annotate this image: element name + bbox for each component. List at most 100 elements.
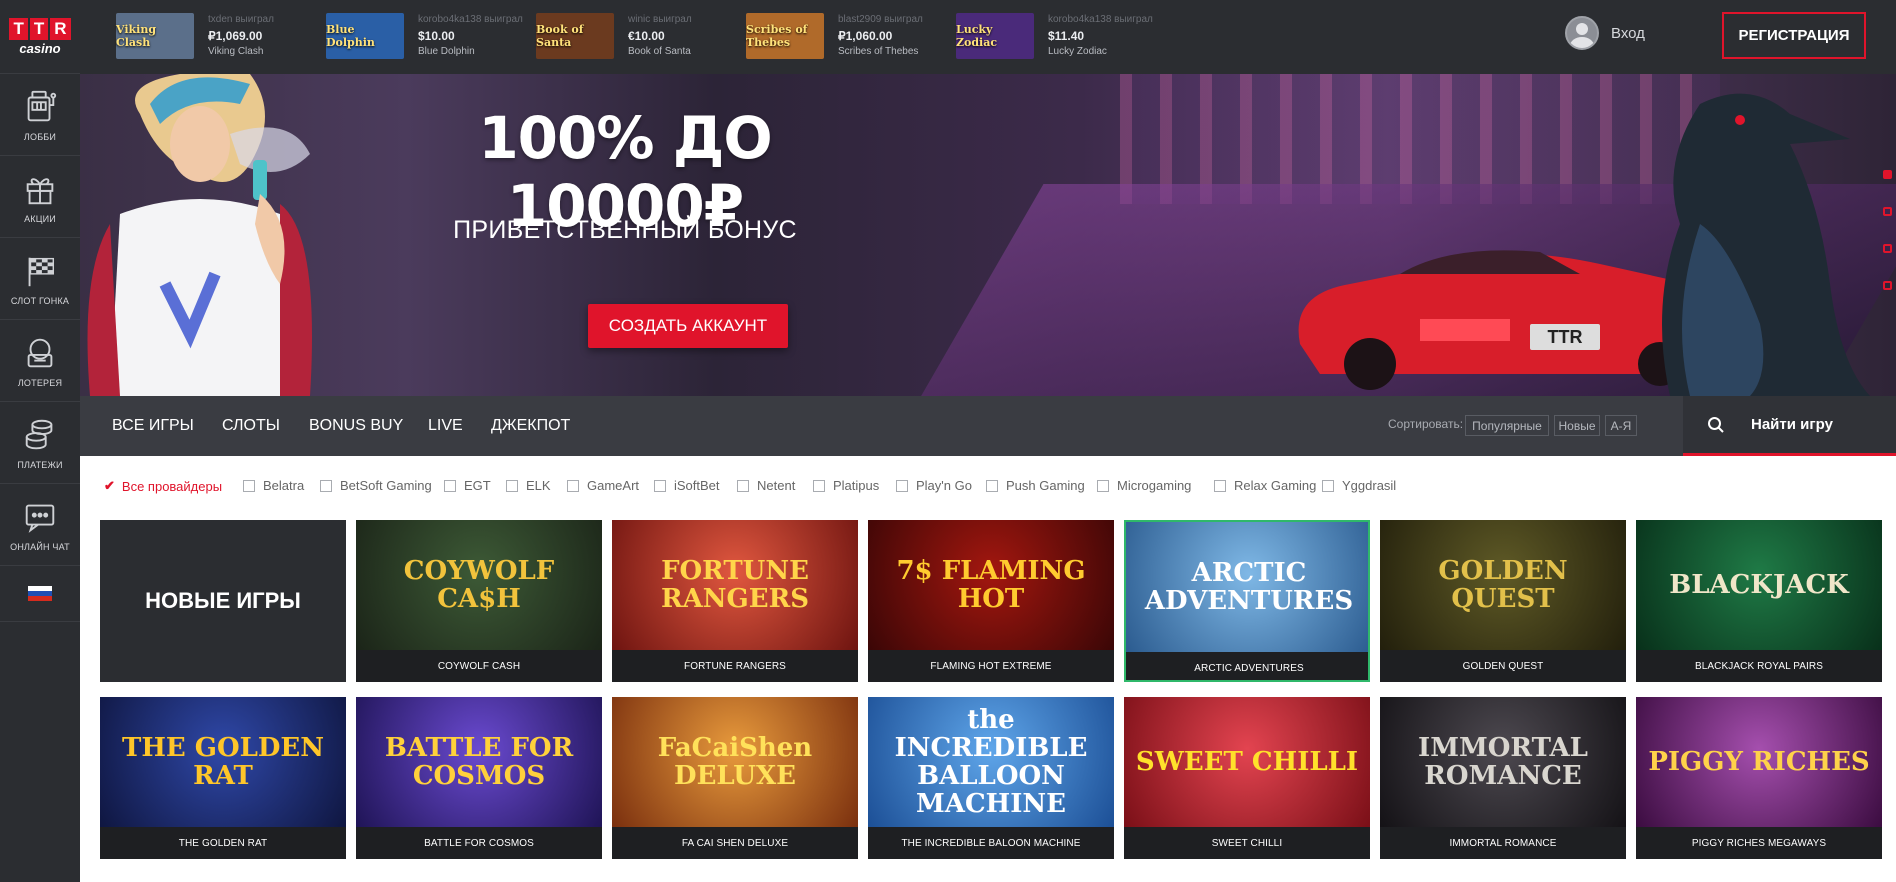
winner-user: winic выиграл: [628, 14, 692, 25]
win-game: Scribes of Thebes: [838, 46, 919, 57]
checkbox[interactable]: [1214, 479, 1226, 492]
provider-label: EGT: [464, 478, 491, 493]
checkbox[interactable]: [506, 479, 518, 492]
provider-relax-gaming[interactable]: Relax Gaming: [1214, 478, 1316, 493]
sidebar-item-payments[interactable]: ПЛАТЕЖИ: [0, 402, 80, 484]
new-games-tile[interactable]: НОВЫЕ ИГРЫ: [100, 520, 346, 682]
tab-jackpot[interactable]: ДЖЕКПОТ: [491, 396, 570, 456]
checkbox[interactable]: [654, 479, 666, 492]
checkbox[interactable]: [737, 479, 749, 492]
provider-push-gaming[interactable]: Push Gaming: [986, 478, 1085, 493]
game-title: COYWOLF CASH: [356, 650, 602, 682]
game-thumbnail: Scribes of Thebes: [746, 13, 824, 59]
game-card[interactable]: SWEET CHILLI SWEET CHILLI: [1124, 697, 1370, 859]
checkbox[interactable]: [1097, 479, 1109, 492]
game-card[interactable]: BATTLE FOR COSMOS BATTLE FOR COSMOS: [356, 697, 602, 859]
game-title: FLAMING HOT EXTREME: [868, 650, 1114, 682]
game-card[interactable]: FORTUNE RANGERS FORTUNE RANGERS: [612, 520, 858, 682]
provider-yggdrasil[interactable]: Yggdrasil: [1322, 478, 1396, 493]
game-thumbnail: Book of Santa: [536, 13, 614, 59]
sidebar-item-promotions[interactable]: АКЦИИ: [0, 156, 80, 238]
provider-netent[interactable]: Netent: [737, 478, 795, 493]
provider-all[interactable]: ✔ Все провайдеры: [104, 478, 222, 494]
game-art: SWEET CHILLI: [1124, 697, 1370, 827]
winner-user: blast2909 выиграл: [838, 14, 923, 25]
checkbox[interactable]: [567, 479, 579, 492]
sort-new-button[interactable]: Новые: [1554, 415, 1600, 436]
game-title: FA CAI SHEN DELUXE: [612, 827, 858, 859]
recent-win[interactable]: Book of Santa winic выиграл €10.00 Book of…: [536, 12, 692, 60]
game-thumbnail: Viking Clash: [116, 13, 194, 59]
checkbox[interactable]: [243, 479, 255, 492]
win-amount: ₽1,069.00: [208, 29, 263, 43]
sidebar-item-label: ОНЛАЙН ЧАТ: [10, 541, 70, 552]
checkbox[interactable]: [444, 479, 456, 492]
tab-all-games[interactable]: ВСЕ ИГРЫ: [112, 396, 194, 456]
provider-platipus[interactable]: Platipus: [813, 478, 879, 493]
banner-dot[interactable]: [1883, 281, 1892, 290]
game-card[interactable]: 7$ FLAMING HOT FLAMING HOT EXTREME: [868, 520, 1114, 682]
tab-slots[interactable]: СЛОТЫ: [222, 396, 280, 456]
login-button[interactable]: Вход: [1565, 16, 1645, 50]
game-art: BATTLE FOR COSMOS: [356, 697, 602, 827]
win-amount: ₽1,060.00: [838, 29, 893, 43]
register-button[interactable]: РЕГИСТРАЦИЯ: [1722, 12, 1866, 59]
checkmark-icon: ✔: [104, 478, 115, 493]
create-account-button[interactable]: СОЗДАТЬ АККАУНТ: [588, 304, 788, 348]
banner-dot[interactable]: [1883, 170, 1892, 179]
lottery-icon: [27, 338, 53, 367]
provider-microgaming[interactable]: Microgaming: [1097, 478, 1191, 493]
provider-label: Yggdrasil: [1342, 478, 1397, 493]
game-card[interactable]: PIGGY RICHES PIGGY RICHES MEGAWAYS: [1636, 697, 1882, 859]
game-card[interactable]: THE GOLDEN RAT THE GOLDEN RAT: [100, 697, 346, 859]
provider-isoftbet[interactable]: iSoftBet: [654, 478, 720, 493]
sidebar-item-lottery[interactable]: ЛОТЕРЕЯ: [0, 320, 80, 402]
game-card[interactable]: GOLDEN QUEST GOLDEN QUEST: [1380, 520, 1626, 682]
checkbox[interactable]: [813, 479, 825, 492]
provider-label: Relax Gaming: [1234, 478, 1317, 493]
provider-label: ELK: [526, 478, 551, 493]
provider-betsoft[interactable]: BetSoft Gaming: [320, 478, 432, 493]
sidebar-item-label: ЛОТЕРЕЯ: [17, 377, 63, 388]
game-card[interactable]: COYWOLF CA$H COYWOLF CASH: [356, 520, 602, 682]
recent-win[interactable]: Scribes of Thebes blast2909 выиграл ₽1,06…: [746, 12, 923, 60]
recent-win[interactable]: Blue Dolphin korobo4ka138 выиграл $10.00 B…: [326, 12, 523, 60]
language-selector[interactable]: [0, 566, 80, 622]
game-card[interactable]: ARCTIC ADVENTURES ARCTIC ADVENTURES: [1124, 520, 1370, 682]
provider-elk[interactable]: ELK: [506, 478, 551, 493]
banner-girl-illustration: [87, 74, 312, 396]
provider-playngo[interactable]: Play'n Go: [896, 478, 972, 493]
game-title: BLACKJACK ROYAL PAIRS: [1636, 650, 1882, 682]
chat-icon: [25, 504, 55, 533]
recent-win[interactable]: Lucky Zodiac korobo4ka138 выиграл $11.40 L…: [956, 12, 1153, 60]
game-thumbnail: Blue Dolphin: [326, 13, 404, 59]
tab-live[interactable]: LIVE: [428, 396, 463, 456]
ttr-casino-logo[interactable]: T T R casino: [0, 0, 80, 74]
banner-dot[interactable]: [1883, 244, 1892, 253]
sort-alpha-button[interactable]: А-Я: [1605, 415, 1637, 436]
checkbox[interactable]: [896, 479, 908, 492]
game-card[interactable]: FaCaiShen DELUXE FA CAI SHEN DELUXE: [612, 697, 858, 859]
tab-bonus-buy[interactable]: BONUS BUY: [309, 396, 403, 456]
provider-egt[interactable]: EGT: [444, 478, 491, 493]
recent-win[interactable]: Viking Clash txden выиграл ₽1,069.00 Vikin…: [116, 12, 274, 60]
checkbox[interactable]: [1322, 479, 1334, 492]
win-game: Viking Clash: [208, 46, 264, 57]
game-title: THE GOLDEN RAT: [100, 827, 346, 859]
checkbox[interactable]: [986, 479, 998, 492]
sidebar-item-live-chat[interactable]: ОНЛАЙН ЧАТ: [0, 484, 80, 566]
banner-dot[interactable]: [1883, 207, 1892, 216]
sidebar-item-slot-race[interactable]: СЛОТ ГОНКА: [0, 238, 80, 320]
sidebar-item-lobby[interactable]: ЛОББИ: [0, 74, 80, 156]
sort-popular-button[interactable]: Популярные: [1465, 415, 1549, 436]
game-title: SWEET CHILLI: [1124, 827, 1370, 859]
banner-raven-illustration: [1662, 93, 1870, 396]
provider-gameart[interactable]: GameArt: [567, 478, 639, 493]
provider-belatra[interactable]: Belatra: [243, 478, 304, 493]
game-card[interactable]: IMMORTAL ROMANCE IMMORTAL ROMANCE: [1380, 697, 1626, 859]
checkbox[interactable]: [320, 479, 332, 492]
game-card[interactable]: BLACKJACK BLACKJACK ROYAL PAIRS: [1636, 520, 1882, 682]
search-games-button[interactable]: Найти игру: [1683, 396, 1896, 456]
game-card[interactable]: the INCREDIBLE BALLOON MACHINE THE INCRED…: [868, 697, 1114, 859]
game-art: FORTUNE RANGERS: [612, 520, 858, 650]
